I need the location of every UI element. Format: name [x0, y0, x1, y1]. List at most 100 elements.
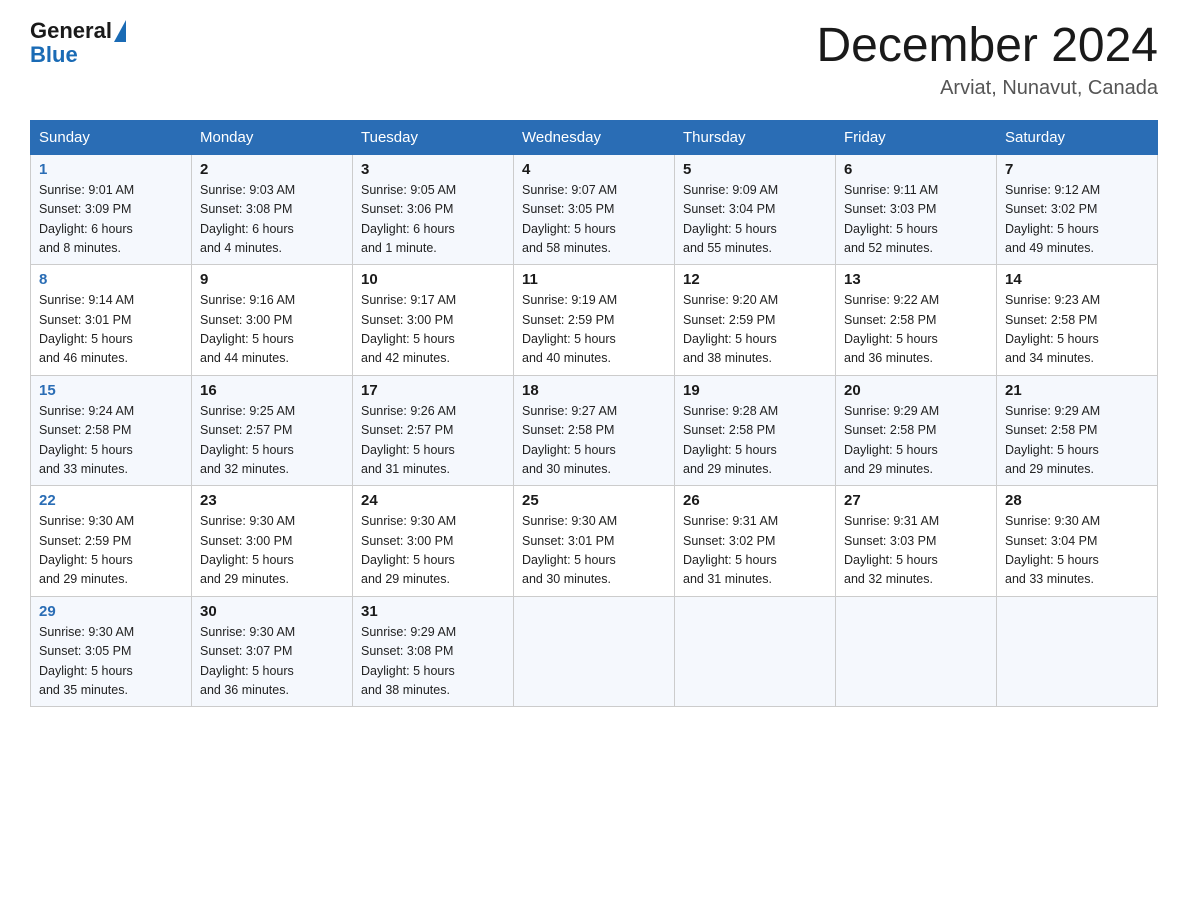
calendar-cell: 2 Sunrise: 9:03 AM Sunset: 3:08 PM Daylig…	[192, 154, 353, 265]
calendar-cell: 10Sunrise: 9:17 AM Sunset: 3:00 PM Dayli…	[353, 265, 514, 376]
day-number: 8	[39, 271, 183, 288]
calendar-cell: 31 Sunrise: 9:29 AM Sunset: 3:08 PM Dayli…	[353, 596, 514, 707]
calendar-cell: 21 Sunrise: 9:29 AM Sunset: 2:58 PM Dayli…	[997, 375, 1158, 486]
calendar-cell: 20 Sunrise: 9:29 AM Sunset: 2:58 PM Dayli…	[836, 375, 997, 486]
day-number: 13	[844, 271, 988, 288]
day-info: Sunrise: 9:31 AM Sunset: 3:03 PM Dayligh…	[844, 512, 988, 590]
calendar-cell: 29 Sunrise: 9:30 AM Sunset: 3:05 PM Dayli…	[31, 596, 192, 707]
day-number: 22	[39, 492, 183, 509]
calendar-cell: 16 Sunrise: 9:25 AM Sunset: 2:57 PM Dayli…	[192, 375, 353, 486]
day-number: 7	[1005, 161, 1149, 178]
day-number: 4	[522, 161, 666, 178]
day-number: 24	[361, 492, 505, 509]
day-info: Sunrise: 9:28 AM Sunset: 2:58 PM Dayligh…	[683, 402, 827, 480]
calendar-body: 1Sunrise: 9:01 AM Sunset: 3:09 PM Daylig…	[31, 154, 1158, 707]
day-number: 23	[200, 492, 344, 509]
day-info: Sunrise: 9:09 AM Sunset: 3:04 PM Dayligh…	[683, 181, 827, 259]
day-info: Sunrise: 9:01 AM Sunset: 3:09 PM Dayligh…	[39, 181, 183, 259]
day-number: 30	[200, 603, 344, 620]
day-number: 25	[522, 492, 666, 509]
day-info: Sunrise: 9:29 AM Sunset: 2:58 PM Dayligh…	[844, 402, 988, 480]
day-number: 18	[522, 382, 666, 399]
day-info: Sunrise: 9:23 AM Sunset: 2:58 PM Dayligh…	[1005, 291, 1149, 369]
day-number: 16	[200, 382, 344, 399]
day-info: Sunrise: 9:30 AM Sunset: 3:05 PM Dayligh…	[39, 623, 183, 701]
day-number: 19	[683, 382, 827, 399]
day-info: Sunrise: 9:22 AM Sunset: 2:58 PM Dayligh…	[844, 291, 988, 369]
day-number: 6	[844, 161, 988, 178]
calendar-week-row: 22 Sunrise: 9:30 AM Sunset: 2:59 PM Dayli…	[31, 486, 1158, 597]
calendar-cell: 28 Sunrise: 9:30 AM Sunset: 3:04 PM Dayli…	[997, 486, 1158, 597]
day-info: Sunrise: 9:25 AM Sunset: 2:57 PM Dayligh…	[200, 402, 344, 480]
weekday-header-saturday: Saturday	[997, 120, 1158, 154]
calendar-cell: 3 Sunrise: 9:05 AM Sunset: 3:06 PM Daylig…	[353, 154, 514, 265]
day-info: Sunrise: 9:31 AM Sunset: 3:02 PM Dayligh…	[683, 512, 827, 590]
calendar-cell: 24Sunrise: 9:30 AM Sunset: 3:00 PM Dayli…	[353, 486, 514, 597]
day-number: 9	[200, 271, 344, 288]
day-number: 20	[844, 382, 988, 399]
calendar-cell: 25 Sunrise: 9:30 AM Sunset: 3:01 PM Dayli…	[514, 486, 675, 597]
day-info: Sunrise: 9:03 AM Sunset: 3:08 PM Dayligh…	[200, 181, 344, 259]
calendar-cell: 23 Sunrise: 9:30 AM Sunset: 3:00 PM Dayli…	[192, 486, 353, 597]
calendar-cell: 14Sunrise: 9:23 AM Sunset: 2:58 PM Dayli…	[997, 265, 1158, 376]
calendar-cell: 1Sunrise: 9:01 AM Sunset: 3:09 PM Daylig…	[31, 154, 192, 265]
calendar-cell: 13 Sunrise: 9:22 AM Sunset: 2:58 PM Dayli…	[836, 265, 997, 376]
day-info: Sunrise: 9:30 AM Sunset: 2:59 PM Dayligh…	[39, 512, 183, 590]
weekday-header-thursday: Thursday	[675, 120, 836, 154]
calendar-week-row: 15 Sunrise: 9:24 AM Sunset: 2:58 PM Dayli…	[31, 375, 1158, 486]
calendar-cell: 27 Sunrise: 9:31 AM Sunset: 3:03 PM Dayli…	[836, 486, 997, 597]
month-year-title: December 2024	[816, 20, 1158, 73]
day-info: Sunrise: 9:24 AM Sunset: 2:58 PM Dayligh…	[39, 402, 183, 480]
day-info: Sunrise: 9:07 AM Sunset: 3:05 PM Dayligh…	[522, 181, 666, 259]
weekday-header-row: SundayMondayTuesdayWednesdayThursdayFrid…	[31, 120, 1158, 154]
calendar-cell: 15 Sunrise: 9:24 AM Sunset: 2:58 PM Dayli…	[31, 375, 192, 486]
day-info: Sunrise: 9:29 AM Sunset: 2:58 PM Dayligh…	[1005, 402, 1149, 480]
day-info: Sunrise: 9:26 AM Sunset: 2:57 PM Dayligh…	[361, 402, 505, 480]
calendar-table: SundayMondayTuesdayWednesdayThursdayFrid…	[30, 120, 1158, 708]
day-info: Sunrise: 9:30 AM Sunset: 3:04 PM Dayligh…	[1005, 512, 1149, 590]
calendar-cell	[997, 596, 1158, 707]
calendar-cell: 18 Sunrise: 9:27 AM Sunset: 2:58 PM Dayli…	[514, 375, 675, 486]
day-info: Sunrise: 9:30 AM Sunset: 3:00 PM Dayligh…	[200, 512, 344, 590]
calendar-cell	[675, 596, 836, 707]
day-number: 12	[683, 271, 827, 288]
calendar-week-row: 1Sunrise: 9:01 AM Sunset: 3:09 PM Daylig…	[31, 154, 1158, 265]
day-info: Sunrise: 9:27 AM Sunset: 2:58 PM Dayligh…	[522, 402, 666, 480]
calendar-cell: 30 Sunrise: 9:30 AM Sunset: 3:07 PM Dayli…	[192, 596, 353, 707]
day-number: 17	[361, 382, 505, 399]
calendar-cell: 8 Sunrise: 9:14 AM Sunset: 3:01 PM Daylig…	[31, 265, 192, 376]
day-info: Sunrise: 9:30 AM Sunset: 3:01 PM Dayligh…	[522, 512, 666, 590]
day-info: Sunrise: 9:29 AM Sunset: 3:08 PM Dayligh…	[361, 623, 505, 701]
calendar-cell: 4 Sunrise: 9:07 AM Sunset: 3:05 PM Daylig…	[514, 154, 675, 265]
logo-general-text: General	[30, 20, 112, 42]
day-info: Sunrise: 9:16 AM Sunset: 3:00 PM Dayligh…	[200, 291, 344, 369]
title-block: December 2024 Arviat, Nunavut, Canada	[816, 20, 1158, 100]
calendar-cell: 6 Sunrise: 9:11 AM Sunset: 3:03 PM Daylig…	[836, 154, 997, 265]
weekday-header-sunday: Sunday	[31, 120, 192, 154]
day-number: 5	[683, 161, 827, 178]
day-info: Sunrise: 9:12 AM Sunset: 3:02 PM Dayligh…	[1005, 181, 1149, 259]
calendar-cell: 26Sunrise: 9:31 AM Sunset: 3:02 PM Dayli…	[675, 486, 836, 597]
calendar-cell: 9 Sunrise: 9:16 AM Sunset: 3:00 PM Daylig…	[192, 265, 353, 376]
day-number: 3	[361, 161, 505, 178]
day-info: Sunrise: 9:05 AM Sunset: 3:06 PM Dayligh…	[361, 181, 505, 259]
calendar-cell: 7 Sunrise: 9:12 AM Sunset: 3:02 PM Daylig…	[997, 154, 1158, 265]
day-number: 31	[361, 603, 505, 620]
calendar-cell: 19 Sunrise: 9:28 AM Sunset: 2:58 PM Dayli…	[675, 375, 836, 486]
weekday-header-monday: Monday	[192, 120, 353, 154]
day-number: 11	[522, 271, 666, 288]
day-number: 29	[39, 603, 183, 620]
day-info: Sunrise: 9:11 AM Sunset: 3:03 PM Dayligh…	[844, 181, 988, 259]
calendar-cell: 12Sunrise: 9:20 AM Sunset: 2:59 PM Dayli…	[675, 265, 836, 376]
day-number: 28	[1005, 492, 1149, 509]
day-info: Sunrise: 9:17 AM Sunset: 3:00 PM Dayligh…	[361, 291, 505, 369]
day-number: 27	[844, 492, 988, 509]
day-number: 15	[39, 382, 183, 399]
day-info: Sunrise: 9:30 AM Sunset: 3:07 PM Dayligh…	[200, 623, 344, 701]
day-number: 21	[1005, 382, 1149, 399]
logo-blue-text: Blue	[30, 42, 78, 68]
day-number: 2	[200, 161, 344, 178]
day-info: Sunrise: 9:14 AM Sunset: 3:01 PM Dayligh…	[39, 291, 183, 369]
logo-triangle-icon	[114, 20, 126, 42]
calendar-cell	[836, 596, 997, 707]
